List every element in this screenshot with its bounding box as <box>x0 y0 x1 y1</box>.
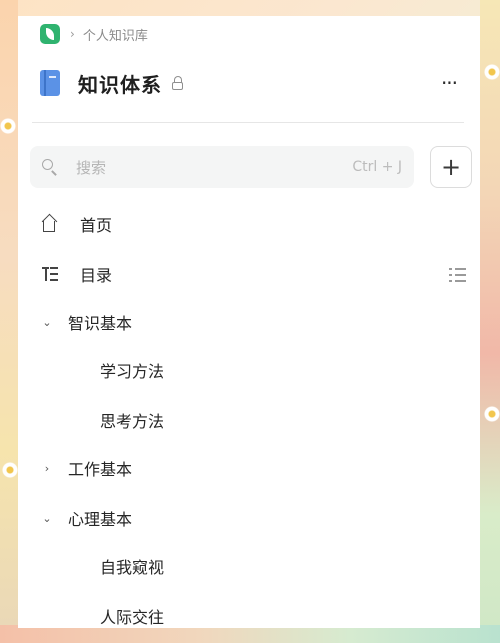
list-toggle-icon[interactable] <box>448 264 468 284</box>
tree-doc-renji[interactable]: 人际交往 <box>18 596 480 628</box>
chevron-right-icon: › <box>70 27 75 41</box>
background-left-band <box>0 0 18 643</box>
breadcrumb: › 个人知识库 <box>40 24 148 44</box>
tree-doc-ziwo[interactable]: 自我窥视 <box>18 546 480 586</box>
lock-icon <box>172 76 184 90</box>
flower-decoration <box>0 118 16 134</box>
tree-folder-label: 智识基本 <box>68 314 133 333</box>
tree-doc-label: 思考方法 <box>100 412 165 431</box>
flower-decoration <box>484 406 500 422</box>
add-button[interactable]: + <box>430 146 472 188</box>
breadcrumb-link[interactable]: 个人知识库 <box>83 25 148 44</box>
tree-folder-gongzuo[interactable]: › 工作基本 <box>18 448 480 488</box>
tree-doc-label: 人际交往 <box>100 608 165 627</box>
app-logo-icon[interactable] <box>40 24 60 44</box>
tree-folder-label: 心理基本 <box>68 510 133 529</box>
page-title: 知识体系 <box>78 72 162 97</box>
chevron-right-icon[interactable]: › <box>40 461 54 475</box>
search-shortcut-hint: Ctrl + J <box>352 159 402 175</box>
knowledge-sidebar-panel: › 个人知识库 知识体系 ··· 搜索 Ctrl + J + 首页 目录 ⌄ 智… <box>18 16 480 628</box>
flower-decoration <box>2 462 18 478</box>
flower-decoration <box>484 64 500 80</box>
background-right-band <box>480 0 500 643</box>
nav-item-label: 目录 <box>80 266 113 285</box>
tree-doc-xuexi[interactable]: 学习方法 <box>18 350 480 390</box>
search-icon <box>42 159 58 175</box>
tree-folder-label: 工作基本 <box>68 460 133 479</box>
tree-folder-xinli[interactable]: ⌄ 心理基本 <box>18 498 480 538</box>
chevron-down-icon[interactable]: ⌄ <box>40 315 54 329</box>
page-header: 知识体系 ··· <box>40 68 464 98</box>
search-input[interactable]: 搜索 Ctrl + J <box>30 146 414 188</box>
nav-item-toc[interactable]: 目录 <box>18 254 480 294</box>
search-placeholder: 搜索 <box>76 158 107 177</box>
tree-doc-label: 自我窥视 <box>100 558 165 577</box>
book-icon <box>40 70 60 96</box>
toc-icon <box>40 264 60 284</box>
tree-doc-sikao[interactable]: 思考方法 <box>18 400 480 440</box>
divider <box>32 122 464 123</box>
chevron-down-icon[interactable]: ⌄ <box>40 511 54 525</box>
tree-folder-zhishi[interactable]: ⌄ 智识基本 <box>18 302 480 342</box>
tree-doc-label: 学习方法 <box>100 362 165 381</box>
more-options-button[interactable]: ··· <box>434 68 464 98</box>
home-icon <box>40 214 60 234</box>
nav-item-home[interactable]: 首页 <box>18 204 480 244</box>
nav-item-label: 首页 <box>80 216 113 235</box>
